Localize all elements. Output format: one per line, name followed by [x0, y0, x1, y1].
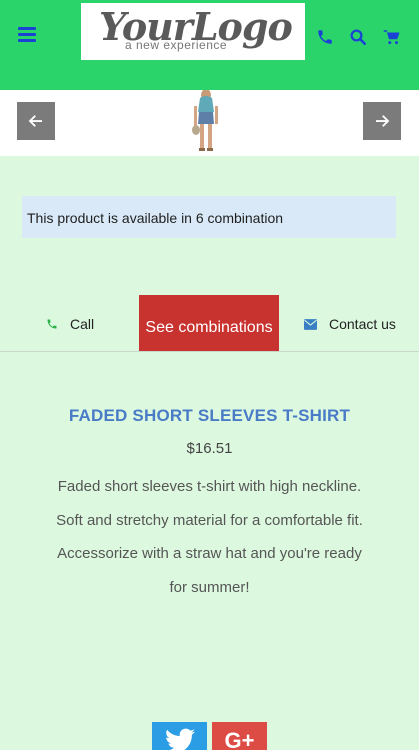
carousel-prev-button[interactable] [17, 102, 55, 140]
logo[interactable]: YourLogo a new experience [81, 3, 305, 60]
search-icon[interactable] [349, 28, 367, 46]
product-image [192, 90, 218, 151]
twitter-icon [166, 728, 195, 750]
see-combinations-button[interactable]: See combinations [139, 295, 279, 351]
phone-icon[interactable] [316, 28, 334, 46]
call-label: Call [70, 316, 95, 332]
combinations-alert: This product is available in 6 combinati… [22, 196, 396, 238]
product-price: $16.51 [186, 440, 233, 457]
contact-label: Contact us [329, 316, 396, 332]
product-title: FADED SHORT SLEEVES T-SHIRT [68, 406, 351, 425]
share-twitter-button[interactable] [152, 722, 207, 750]
product-image-carousel[interactable] [0, 90, 419, 156]
product-description: Faded short sleeves t-shirt with high ne… [56, 478, 363, 596]
call-button[interactable]: Call [46, 314, 94, 334]
action-bar: Call See combinations Contact us [0, 295, 419, 352]
hamburger-menu-icon[interactable] [18, 27, 36, 43]
logo-tagline: a new experience [125, 38, 228, 52]
cart-icon[interactable] [383, 28, 401, 46]
phone-icon [47, 319, 57, 329]
header-bar: YourLogo a new experience [0, 0, 419, 90]
envelope-icon [304, 318, 317, 330]
arrow-right-icon [376, 115, 390, 127]
carousel-next-button[interactable] [363, 102, 401, 140]
share-google-plus-button[interactable]: G+ [212, 722, 267, 750]
arrow-left-icon [28, 115, 42, 127]
contact-us-button[interactable]: Contact us [304, 314, 396, 334]
